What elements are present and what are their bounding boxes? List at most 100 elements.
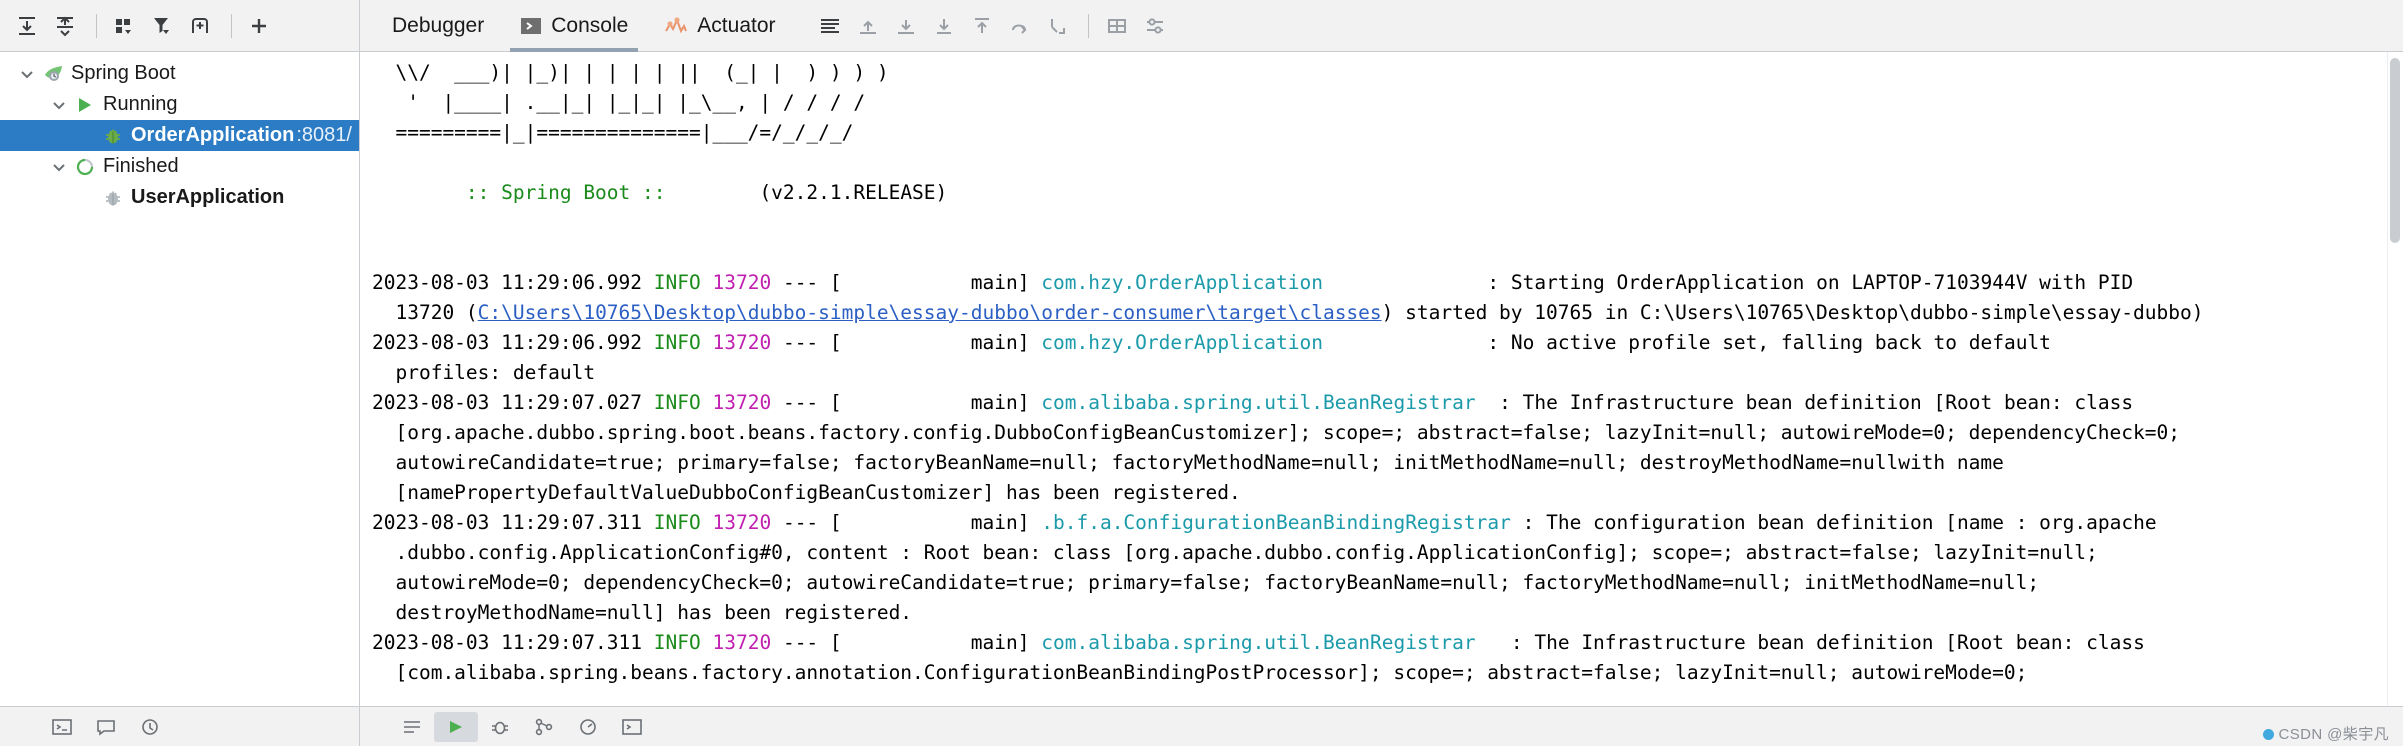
log-logger-pad	[1476, 391, 1499, 414]
watermark: CSDN @柴宇凡	[2262, 723, 2390, 744]
log-thread: main]	[841, 511, 1030, 534]
toolbar-divider-2	[231, 13, 232, 38]
log-timestamp: 2023-08-03 11:29:06.992	[372, 271, 643, 294]
log-pid: 13720	[712, 631, 772, 654]
log-logger: com.alibaba.spring.util.BeanRegistrar	[1041, 631, 1476, 654]
log-message: No active profile set, falling back to d…	[1510, 331, 2051, 354]
print-icon[interactable]	[1099, 8, 1135, 44]
log-cont-prefix: 13720 (	[372, 301, 478, 324]
log-timestamp: 2023-08-03 11:29:07.027	[372, 391, 643, 414]
profiler-icon[interactable]	[566, 712, 610, 742]
log-colon: :	[1487, 331, 1511, 354]
tab-console[interactable]: Console	[502, 0, 646, 52]
tree-item-running[interactable]: Running	[0, 89, 359, 120]
tab-console-label: Console	[551, 13, 629, 37]
console-toolbar	[812, 8, 1175, 44]
spring-boot-version: (v2.2.1.RELEASE)	[759, 181, 948, 204]
log-separator: --- [	[782, 271, 842, 294]
banner-line-3: =========|_|==============|___/=/_/_/_/	[372, 121, 854, 144]
log-logger: com.hzy.OrderApplication	[1041, 271, 1324, 294]
tree-item-orderapplication-port[interactable]: :8081/	[296, 124, 352, 147]
debug-tool-icon[interactable]	[478, 712, 522, 742]
tree-item-spring-boot[interactable]: Spring Boot	[0, 58, 359, 89]
console-tabs-bar: Debugger Console Actuator	[360, 0, 2403, 52]
upload-icon[interactable]	[964, 8, 1000, 44]
log-message: The Infrastructure bean definition [Root…	[1522, 391, 2134, 414]
log-level: INFO	[653, 391, 701, 414]
terminal-bottom-icon[interactable]	[610, 712, 654, 742]
tree-item-running-label: Running	[103, 93, 178, 115]
log-colon: :	[1510, 631, 1535, 654]
log-separator: --- [	[782, 391, 842, 414]
console-scrollbar-thumb[interactable]	[2390, 58, 2400, 243]
scroll-to-end-icon[interactable]	[10, 9, 44, 43]
console-output[interactable]: \\/ ___)| |_)| | | | | || (_| | ) ) ) ) …	[360, 52, 2403, 746]
log-pid: 13720	[712, 511, 772, 534]
tree-item-finished[interactable]: Finished	[0, 151, 359, 182]
log-thread: main]	[841, 631, 1030, 654]
log-colon: :	[1499, 391, 1523, 414]
log-line-cont: autowireMode=0; dependencyCheck=0; autow…	[372, 571, 2040, 594]
chevron-down-icon[interactable]	[14, 66, 40, 82]
log-level: INFO	[653, 271, 701, 294]
messages-icon[interactable]	[84, 712, 128, 742]
log-level: INFO	[653, 511, 701, 534]
spring-bean-gray-icon	[100, 187, 126, 209]
log-timestamp: 2023-08-03 11:29:06.992	[372, 331, 643, 354]
build-icon[interactable]	[390, 712, 434, 742]
filter-icon[interactable]	[145, 9, 179, 43]
log-separator: --- [	[782, 511, 842, 534]
log-line-cont: [org.apache.dubbo.spring.boot.beans.fact…	[372, 421, 2180, 444]
settings-icon[interactable]	[1137, 8, 1173, 44]
log-thread: main]	[841, 271, 1030, 294]
console-scrollbar[interactable]	[2387, 52, 2403, 746]
log-line-cont: profiles: default	[372, 361, 596, 384]
log-line-cont: .dubbo.config.ApplicationConfig#0, conte…	[372, 541, 2098, 564]
chevron-down-icon-finished[interactable]	[46, 159, 72, 175]
log-level: INFO	[653, 631, 701, 654]
bottom-status-strip: CSDN @柴宇凡	[0, 706, 2403, 746]
finished-icon	[72, 157, 98, 177]
log-separator: --- [	[782, 331, 842, 354]
step-up-icon[interactable]	[850, 8, 886, 44]
run-tool-window-icon[interactable]	[434, 711, 478, 742]
add-frame-icon[interactable]	[183, 9, 217, 43]
collapse-icon[interactable]	[48, 9, 82, 43]
log-message: The Infrastructure bean definition [Root…	[1534, 631, 2145, 654]
log-line: 2023-08-03 11:29:07.311 INFO 13720 --- […	[368, 508, 2403, 538]
log-thread: main]	[841, 331, 1030, 354]
spring-leaf-icon	[40, 63, 66, 85]
log-colon: :	[1522, 511, 1547, 534]
tab-debugger-label: Debugger	[392, 13, 485, 37]
todo-icon[interactable]	[128, 712, 172, 742]
step-out-icon[interactable]	[1040, 8, 1076, 44]
step-down-icon[interactable]	[888, 8, 924, 44]
chevron-down-icon-running[interactable]	[46, 97, 72, 113]
log-logger-pad	[1476, 631, 1511, 654]
top-toolbar: Debugger Console Actuator	[0, 0, 2403, 52]
watermark-dot-icon	[2262, 729, 2274, 740]
log-logger-pad	[1323, 331, 1487, 354]
tree-item-orderapplication[interactable]: OrderApplication :8081/	[0, 120, 359, 151]
log-line-cont: destroyMethodName=null] has been registe…	[372, 601, 913, 624]
run-configurations-tree: Spring Boot Running OrderApplication:80…	[0, 52, 360, 746]
download-icon[interactable]	[926, 8, 962, 44]
soft-wrap-icon[interactable]	[812, 8, 848, 44]
tree-item-userapplication[interactable]: UserApplication	[0, 182, 359, 213]
run-window-body: Spring Boot Running OrderApplication:80…	[0, 52, 2403, 746]
log-thread: main]	[841, 391, 1030, 414]
tab-actuator-label: Actuator	[697, 13, 776, 37]
terminal-icon[interactable]	[40, 712, 84, 742]
log-line: 2023-08-03 11:29:07.027 INFO 13720 --- […	[368, 388, 2403, 418]
tree-item-finished-label: Finished	[103, 155, 179, 177]
add-icon[interactable]	[242, 9, 276, 43]
classpath-link[interactable]: C:\Users\10765\Desktop\dubbo-simple\essa…	[478, 301, 1382, 324]
log-message: Starting OrderApplication on LAPTOP-7103…	[1510, 271, 2134, 294]
tab-actuator[interactable]: Actuator	[646, 0, 793, 52]
step-over-icon[interactable]	[1002, 8, 1038, 44]
group-icon[interactable]	[107, 9, 141, 43]
log-logger: .b.f.a.ConfigurationBeanBindingRegistrar	[1041, 511, 1511, 534]
run-tree-toolbar	[0, 0, 360, 51]
tab-debugger[interactable]: Debugger	[374, 0, 502, 52]
version-control-icon[interactable]	[522, 712, 566, 742]
